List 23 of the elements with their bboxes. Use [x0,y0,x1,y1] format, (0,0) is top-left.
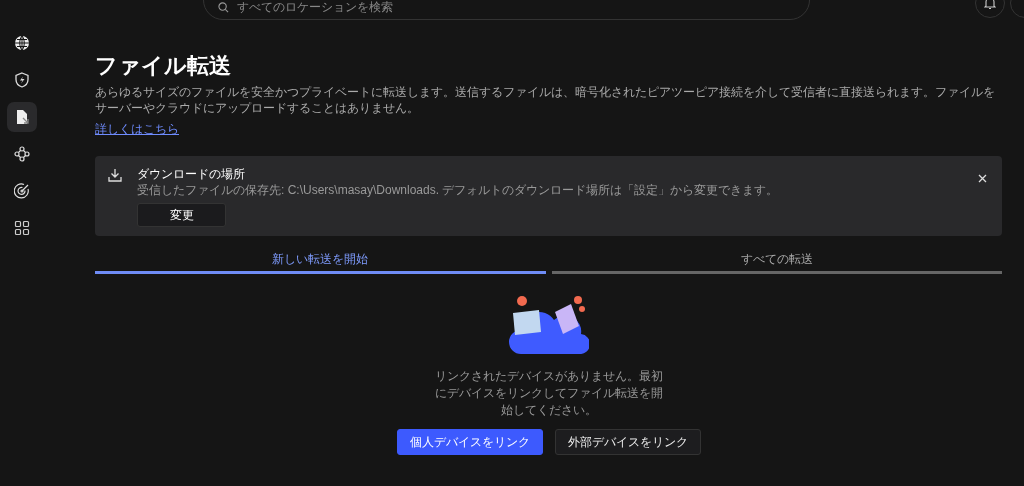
radar-icon [14,183,30,199]
search-icon [218,2,229,13]
close-icon [977,173,987,183]
tab[interactable]: 新しい転送を開始 [95,246,546,274]
close-button[interactable] [976,172,988,184]
shield-icon [14,72,30,88]
sidebar-item[interactable] [7,102,37,132]
notice-text: 受信したファイルの保存先: C:\Users\masay\Downloads. デフォルトのダウンロード場所は「設定」から変更できます。 [137,182,779,198]
link-device-button[interactable]: 個人デバイスをリンク [396,429,543,455]
bell-icon [984,0,996,10]
empty-state-message: リンクされたデバイスがありません。最初にデバイスをリンクしてファイル転送を開始してください。 [433,368,664,419]
page-title: ファイル転送 [95,52,232,80]
file-icon [14,109,30,125]
notice-title: ダウンロードの場所 [137,166,246,182]
tab[interactable]: すべての転送 [551,246,1002,274]
globe-icon [14,35,30,51]
download-icon [107,167,123,183]
nodes-icon [14,146,30,162]
description-text: あらゆるサイズのファイルを安全かつプライベートに転送します。送信するファイルは、暗号化されたピアツーピア接続を介して受信者に直接送られます。ファイルをサーバーやクラウドにアップロードすることはありません。 [95,84,996,116]
change-button[interactable]: 変更 [137,203,226,227]
learn-more-link[interactable]: 詳しくはこちら [95,121,179,137]
link-device-button[interactable]: 外部デバイスをリンク [554,429,701,455]
grid-icon [14,220,30,236]
